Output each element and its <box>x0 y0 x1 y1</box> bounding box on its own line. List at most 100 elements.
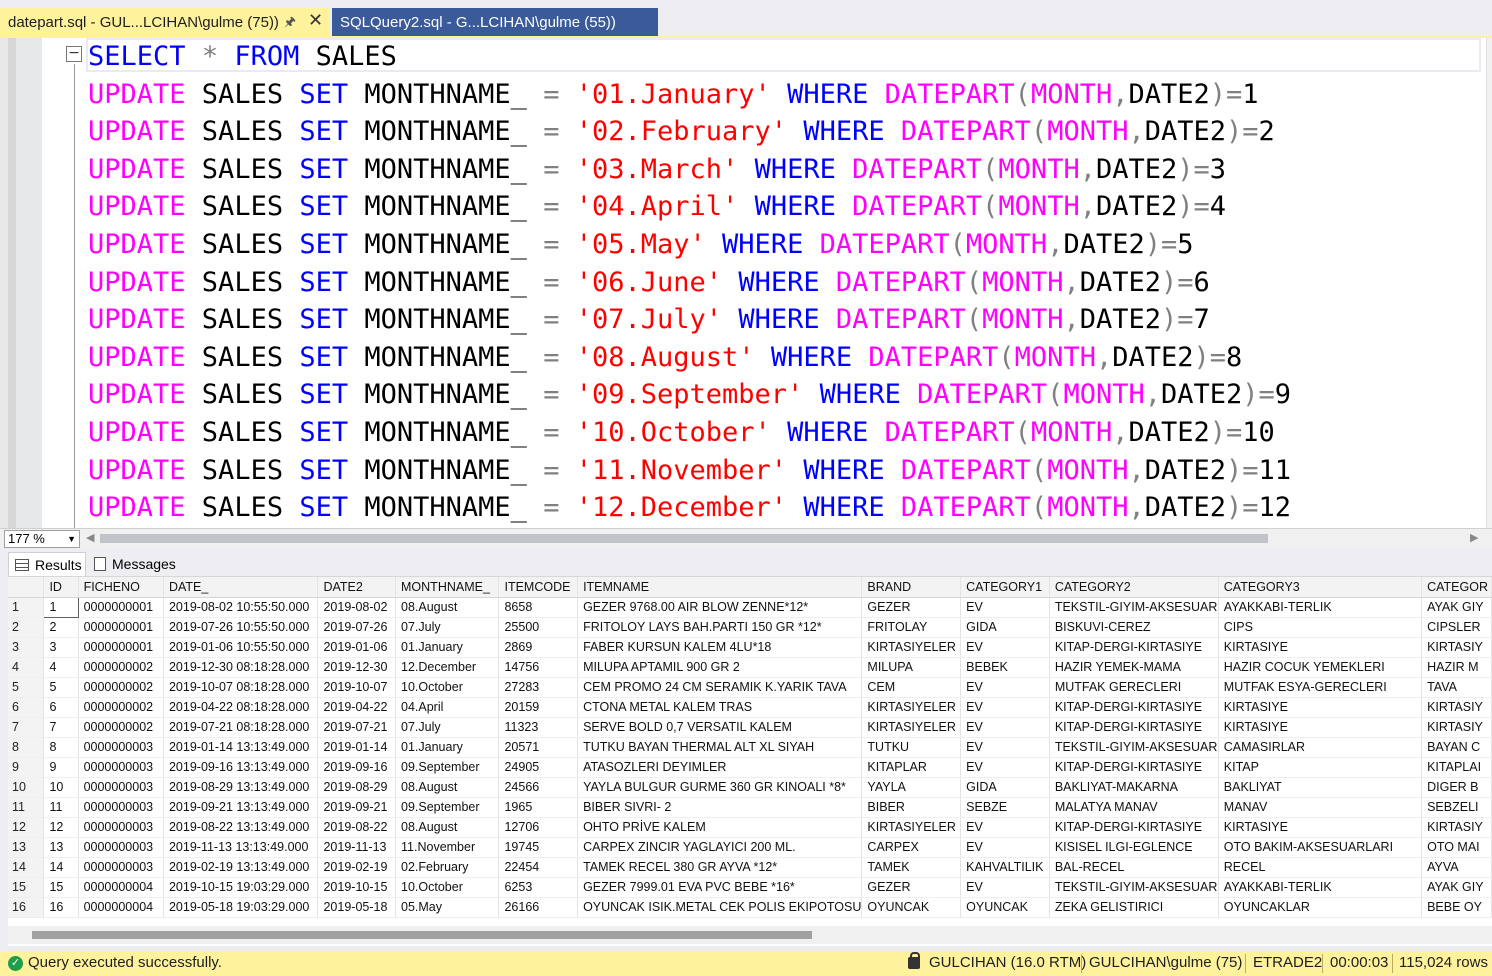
grid-cell[interactable]: 07.July <box>395 617 500 638</box>
grid-corner[interactable] <box>8 577 45 598</box>
grid-cell[interactable]: OYUNCAK ISIK.METAL CEK POLIS EKIPOTOSU <box>577 897 863 918</box>
grid-cell[interactable]: 26166 <box>498 897 579 918</box>
grid-cell[interactable]: 2019-08-29 <box>317 777 397 798</box>
grid-cell[interactable]: 3 <box>43 637 79 658</box>
grid-cell[interactable]: TAMEK <box>861 857 962 878</box>
column-header[interactable]: ITEMCODE <box>498 577 579 598</box>
grid-cell[interactable]: BEBEK <box>960 657 1050 678</box>
grid-cell[interactable]: AYAKKABI-TERLIK <box>1218 877 1423 898</box>
grid-cell[interactable]: OTO BAKIM-AKSESUARLARI <box>1218 837 1423 858</box>
grid-cell[interactable]: 2019-10-15 <box>317 877 397 898</box>
table-row[interactable]: 4 4 0000000002 2019-12-30 08:18:28.000 2019-… <box>8 657 1492 678</box>
grid-cell[interactable]: OYUNCAKLAR <box>1218 897 1423 918</box>
grid-cell[interactable]: KITAPLAI <box>1421 757 1492 778</box>
grid-cell[interactable]: FABER KURSUN KALEM 4LU*18 <box>577 637 863 658</box>
table-row[interactable]: 3 3 0000000001 2019-01-06 10:55:50.000 2019-… <box>8 637 1492 658</box>
grid-cell[interactable]: BAYAN C <box>1421 737 1492 758</box>
code-line[interactable]: UPDATE SALES SET MONTHNAME_ = '06.June' … <box>88 264 1291 302</box>
scroll-left-icon[interactable]: ◀ <box>86 531 94 544</box>
row-number[interactable]: 4 <box>8 657 45 678</box>
grid-cell[interactable]: 2019-01-14 13:13:49.000 <box>163 737 319 758</box>
grid-cell[interactable]: 0000000002 <box>78 697 164 718</box>
grid-cell[interactable]: TEKSTIL-GIYIM-AKSESUAR <box>1049 737 1219 758</box>
grid-cell[interactable]: HAZIR YEMEK-MAMA <box>1049 657 1219 678</box>
grid-cell[interactable]: TEKSTIL-GIYIM-AKSESUAR <box>1049 597 1219 618</box>
code-line[interactable]: UPDATE SALES SET MONTHNAME_ = '01.Januar… <box>88 76 1291 114</box>
grid-cell[interactable]: CARPEX <box>861 837 962 858</box>
grid-cell[interactable]: 0000000003 <box>78 777 164 798</box>
grid-cell[interactable]: 1 <box>43 596 79 618</box>
column-header[interactable]: DATE2 <box>317 577 397 598</box>
grid-cell[interactable]: 0000000003 <box>78 817 164 838</box>
table-row[interactable]: 7 7 0000000002 2019-07-21 08:18:28.000 2019-… <box>8 717 1492 738</box>
grid-cell[interactable]: 11323 <box>498 717 579 738</box>
grid-cell[interactable]: 15 <box>43 877 79 898</box>
collapse-icon[interactable]: − <box>66 46 82 62</box>
grid-cell[interactable]: GIDA <box>960 617 1050 638</box>
grid-cell[interactable]: 10.October <box>395 677 500 698</box>
grid-cell[interactable]: OTO MAI <box>1421 837 1492 858</box>
grid-cell[interactable]: 01.January <box>395 637 500 658</box>
grid-cell[interactable]: 2019-07-26 10:55:50.000 <box>163 617 319 638</box>
table-row[interactable]: 16 16 0000000004 2019-05-18 19:03:29.000 201… <box>8 897 1492 918</box>
grid-cell[interactable]: KAHVALTILIK <box>960 857 1050 878</box>
grid-horizontal-scrollbar[interactable] <box>8 926 1492 944</box>
grid-cell[interactable]: KIRTASIYELER <box>861 717 962 738</box>
grid-cell[interactable]: 9 <box>43 757 79 778</box>
column-header[interactable]: CATEGORY1 <box>960 577 1050 598</box>
code-line[interactable]: UPDATE SALES SET MONTHNAME_ = '08.August… <box>88 339 1291 377</box>
grid-cell[interactable]: EV <box>960 837 1050 858</box>
grid-cell[interactable]: EV <box>960 677 1050 698</box>
grid-cell[interactable]: 10 <box>43 777 79 798</box>
grid-cell[interactable]: MILUPA <box>861 657 962 678</box>
grid-cell[interactable]: 2019-10-07 <box>317 677 397 698</box>
grid-cell[interactable]: 01.January <box>395 737 500 758</box>
grid-cell[interactable]: MALATYA MANAV <box>1049 797 1219 818</box>
grid-cell[interactable]: KITAPLAR <box>861 757 962 778</box>
grid-cell[interactable]: BEBE OY <box>1421 897 1492 918</box>
grid-cell[interactable]: 2019-07-21 08:18:28.000 <box>163 717 319 738</box>
grid-cell[interactable]: MUTFAK GERECLERI <box>1049 677 1219 698</box>
grid-cell[interactable]: 0000000004 <box>78 877 164 898</box>
tab-messages[interactable]: Messages <box>90 552 190 576</box>
grid-cell[interactable]: 2019-08-02 <box>317 597 397 618</box>
grid-cell[interactable]: TAMEK RECEL 380 GR AYVA *12* <box>577 857 863 878</box>
grid-cell[interactable]: 7 <box>43 717 79 738</box>
grid-cell[interactable]: 2019-01-06 10:55:50.000 <box>163 637 319 658</box>
grid-cell[interactable]: 14756 <box>498 657 579 678</box>
row-number[interactable]: 6 <box>8 697 45 718</box>
column-header[interactable]: BRAND <box>861 577 962 598</box>
grid-cell[interactable]: KITAP-DERGI-KIRTASIYE <box>1049 817 1219 838</box>
sql-code[interactable]: SELECT * FROM SALES UPDATE SALES SET MONT… <box>88 38 1291 527</box>
grid-cell[interactable]: CEM <box>861 677 962 698</box>
grid-cell[interactable]: KISISEL ILGI-EGLENCE <box>1049 837 1219 858</box>
code-line[interactable]: UPDATE SALES SET MONTHNAME_ = '05.May' W… <box>88 226 1291 264</box>
table-row[interactable]: 13 13 0000000003 2019-11-13 13:13:49.000 201… <box>8 837 1492 858</box>
grid-cell[interactable]: BIBER <box>861 797 962 818</box>
grid-cell[interactable]: KITAP-DERGI-KIRTASIYE <box>1049 757 1219 778</box>
grid-cell[interactable]: EV <box>960 817 1050 838</box>
grid-cell[interactable]: 8658 <box>498 597 579 618</box>
grid-cell[interactable]: 12 <box>43 817 79 838</box>
column-header[interactable]: FICHENO <box>78 577 164 598</box>
table-row[interactable]: 12 12 0000000003 2019-08-22 13:13:49.000 201… <box>8 817 1492 838</box>
table-row[interactable]: 6 6 0000000002 2019-04-22 08:18:28.000 2019-… <box>8 697 1492 718</box>
grid-cell[interactable]: KIRTASIYELER <box>861 697 962 718</box>
row-number[interactable]: 3 <box>8 637 45 658</box>
grid-cell[interactable]: 09.September <box>395 757 500 778</box>
column-header[interactable]: ITEMNAME <box>577 577 863 598</box>
grid-cell[interactable]: 2019-11-13 13:13:49.000 <box>163 837 319 858</box>
grid-cell[interactable]: 2019-08-22 <box>317 817 397 838</box>
grid-cell[interactable]: 2019-02-19 <box>317 857 397 878</box>
grid-cell[interactable]: 25500 <box>498 617 579 638</box>
tab-sqlquery2-sql[interactable]: SQLQuery2.sql - G...LCIHAN\gulme (55)) <box>332 8 658 36</box>
row-number[interactable]: 10 <box>8 777 45 798</box>
grid-cell[interactable]: EV <box>960 757 1050 778</box>
grid-cell[interactable]: 27283 <box>498 677 579 698</box>
grid-cell[interactable]: 2019-08-29 13:13:49.000 <box>163 777 319 798</box>
grid-cell[interactable]: 05.May <box>395 897 500 918</box>
column-header[interactable]: MONTHNAME_ <box>395 577 500 598</box>
row-number[interactable]: 16 <box>8 897 45 918</box>
grid-cell[interactable]: 0000000003 <box>78 757 164 778</box>
grid-cell[interactable]: SEBZE <box>960 797 1050 818</box>
